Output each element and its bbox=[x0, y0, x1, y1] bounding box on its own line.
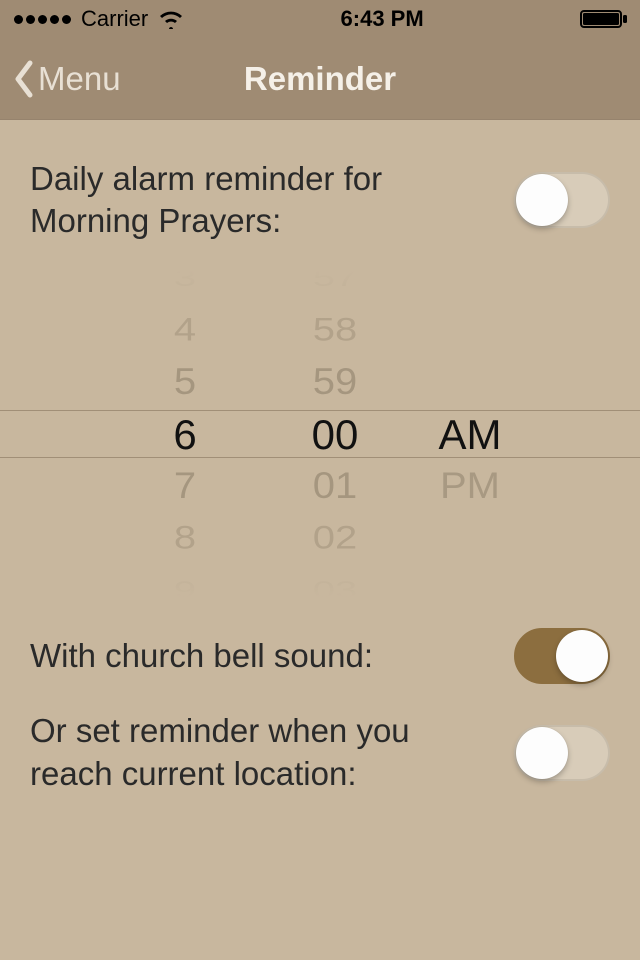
time-picker[interactable]: 3 4 5 6 7 8 9 57 58 59 00 01 02 03 AM PM bbox=[0, 270, 640, 598]
status-left: Carrier bbox=[12, 6, 184, 32]
wifi-icon bbox=[158, 9, 184, 29]
picker-item: 3 bbox=[110, 270, 260, 290]
toggle-knob bbox=[516, 174, 568, 226]
picker-item: 02 bbox=[260, 522, 410, 554]
picker-item: 9 bbox=[110, 578, 260, 598]
picker-item: 01 bbox=[260, 468, 410, 505]
daily-alarm-label: Daily alarm reminder for Morning Prayers… bbox=[30, 158, 494, 242]
status-bar: Carrier 6:43 PM bbox=[0, 0, 640, 38]
picker-item: PM bbox=[410, 468, 530, 505]
battery-icon bbox=[580, 9, 628, 29]
status-right bbox=[580, 9, 628, 29]
picker-minute-column[interactable]: 57 58 59 00 01 02 03 bbox=[260, 270, 410, 598]
back-label: Menu bbox=[38, 60, 121, 98]
content: Daily alarm reminder for Morning Prayers… bbox=[0, 120, 640, 795]
toggle-knob bbox=[556, 630, 608, 682]
church-bell-toggle[interactable] bbox=[514, 628, 610, 684]
picker-item: 7 bbox=[110, 468, 260, 505]
signal-dots-icon bbox=[14, 15, 71, 24]
picker-ampm-column[interactable]: AM PM bbox=[410, 270, 530, 598]
picker-item: 5 bbox=[110, 364, 260, 401]
picker-item: 57 bbox=[260, 270, 410, 290]
picker-item: 03 bbox=[260, 578, 410, 598]
picker-item: AM bbox=[410, 414, 530, 456]
back-button[interactable]: Menu bbox=[0, 59, 121, 99]
picker-item: 6 bbox=[110, 414, 260, 456]
page-title: Reminder bbox=[244, 60, 396, 98]
picker-item: 8 bbox=[110, 522, 260, 554]
chevron-left-icon bbox=[12, 59, 36, 99]
daily-alarm-toggle[interactable] bbox=[514, 172, 610, 228]
picker-item: 58 bbox=[260, 314, 410, 346]
location-reminder-toggle[interactable] bbox=[514, 725, 610, 781]
location-reminder-label: Or set reminder when you reach current l… bbox=[30, 710, 494, 794]
nav-bar: Menu Reminder bbox=[0, 38, 640, 120]
status-time: 6:43 PM bbox=[341, 6, 424, 32]
picker-item: 59 bbox=[260, 364, 410, 401]
picker-item: 4 bbox=[110, 314, 260, 346]
picker-hour-column[interactable]: 3 4 5 6 7 8 9 bbox=[110, 270, 260, 598]
location-reminder-row: Or set reminder when you reach current l… bbox=[30, 710, 610, 794]
carrier-label: Carrier bbox=[81, 6, 148, 32]
toggle-knob bbox=[516, 727, 568, 779]
daily-alarm-row: Daily alarm reminder for Morning Prayers… bbox=[30, 158, 610, 242]
church-bell-label: With church bell sound: bbox=[30, 635, 494, 677]
picker-item: 00 bbox=[260, 414, 410, 456]
church-bell-row: With church bell sound: bbox=[30, 628, 610, 684]
